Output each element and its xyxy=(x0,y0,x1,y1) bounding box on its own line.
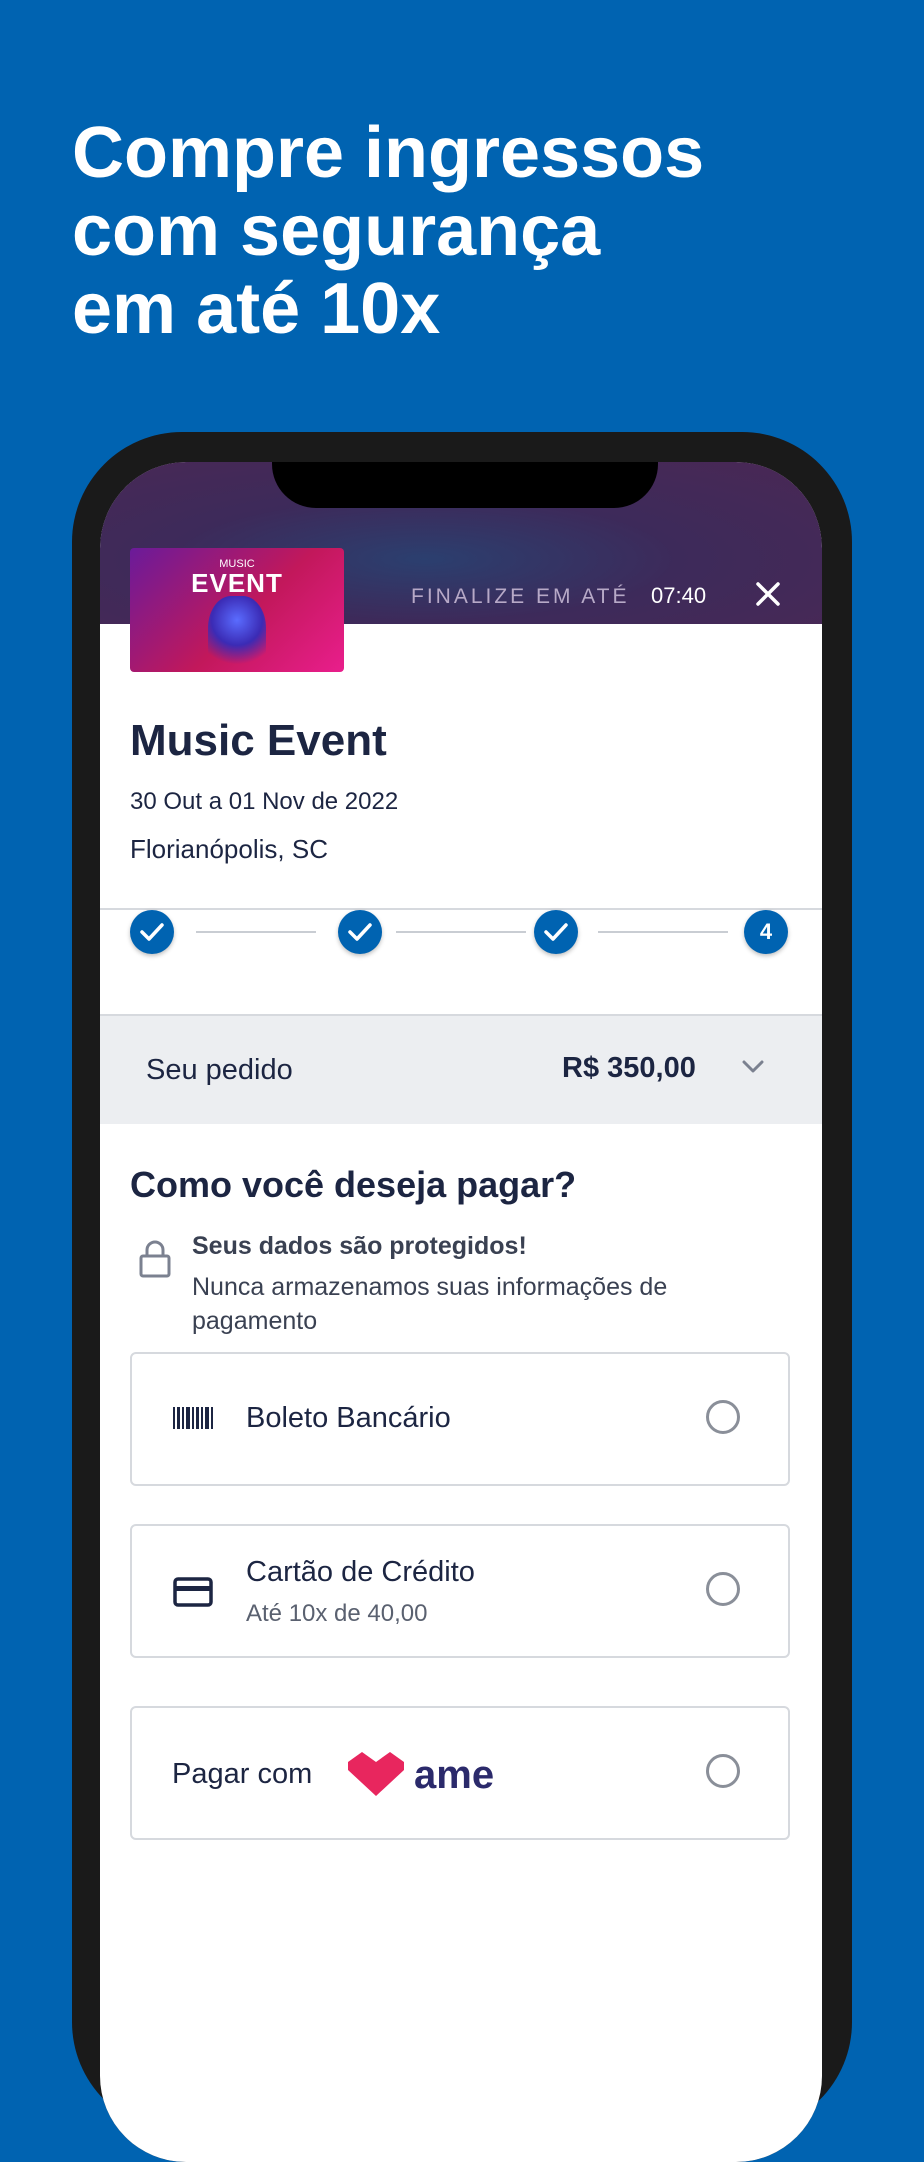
ame-logo: ame xyxy=(348,1752,494,1797)
event-name: Music Event xyxy=(130,716,387,765)
stepper-connector xyxy=(396,931,526,933)
order-label: Seu pedido xyxy=(146,1054,293,1086)
phone-notch xyxy=(272,462,658,508)
thumbnail-artist xyxy=(208,596,266,672)
credit-card-radio[interactable] xyxy=(706,1572,740,1606)
event-date: 30 Out a 01 Nov de 2022 xyxy=(130,788,399,815)
payment-option-credit-card[interactable]: Cartão de Crédito Até 10x de 40,00 xyxy=(130,1524,790,1658)
check-icon xyxy=(140,923,164,941)
credit-card-icon xyxy=(173,1577,213,1607)
phone-bezel: MUSIC EVENT FINALIZE EM ATÉ 07:40 Music … xyxy=(100,462,822,2162)
step-1-complete xyxy=(130,910,174,954)
divider xyxy=(100,908,822,910)
ame-label: Pagar com xyxy=(172,1758,313,1790)
step-3-complete xyxy=(534,910,578,954)
step-2-complete xyxy=(338,910,382,954)
timer-label: FINALIZE EM ATÉ xyxy=(411,585,630,608)
promo-headline: Compre ingressos com segurança em até 10… xyxy=(72,114,704,348)
payment-option-boleto[interactable]: Boleto Bancário xyxy=(130,1352,790,1486)
event-thumbnail: MUSIC EVENT xyxy=(130,548,344,672)
check-icon xyxy=(544,923,568,941)
checkout-screen: MUSIC EVENT FINALIZE EM ATÉ 07:40 Music … xyxy=(100,462,822,2162)
step-4-current: 4 xyxy=(744,910,788,954)
timer-value: 07:40 xyxy=(651,583,707,608)
thumbnail-title: EVENT xyxy=(191,568,283,598)
payment-option-ame[interactable]: Pagar com ame xyxy=(130,1706,790,1840)
credit-card-installments: Até 10x de 40,00 xyxy=(246,1600,428,1627)
ame-radio[interactable] xyxy=(706,1754,740,1788)
barcode-icon xyxy=(173,1407,213,1429)
lock-icon xyxy=(139,1240,171,1278)
phone-frame: MUSIC EVENT FINALIZE EM ATÉ 07:40 Music … xyxy=(72,432,852,2162)
payment-title: Como você deseja pagar? xyxy=(130,1164,577,1205)
order-summary-toggle[interactable]: Seu pedido R$ 350,00 xyxy=(100,1016,822,1124)
headline-line-1: Compre ingressos xyxy=(72,113,705,193)
credit-card-label: Cartão de Crédito xyxy=(246,1556,475,1588)
security-description: Nunca armazenamos suas informações de pa… xyxy=(192,1273,668,1335)
close-icon[interactable] xyxy=(746,572,790,616)
stepper-connector xyxy=(598,931,728,933)
security-title: Seus dados são protegidos! xyxy=(192,1232,527,1260)
boleto-radio[interactable] xyxy=(706,1400,740,1434)
order-total: R$ 350,00 xyxy=(562,1052,696,1084)
boleto-label: Boleto Bancário xyxy=(246,1402,451,1434)
check-icon xyxy=(348,923,372,941)
headline-line-2: com segurança xyxy=(72,191,601,271)
headline-line-3: em até 10x xyxy=(72,269,441,349)
stepper-connector xyxy=(196,931,316,933)
chevron-down-icon[interactable] xyxy=(740,1058,766,1076)
event-location: Florianópolis, SC xyxy=(130,834,328,864)
ame-brand-text: ame xyxy=(414,1753,494,1797)
